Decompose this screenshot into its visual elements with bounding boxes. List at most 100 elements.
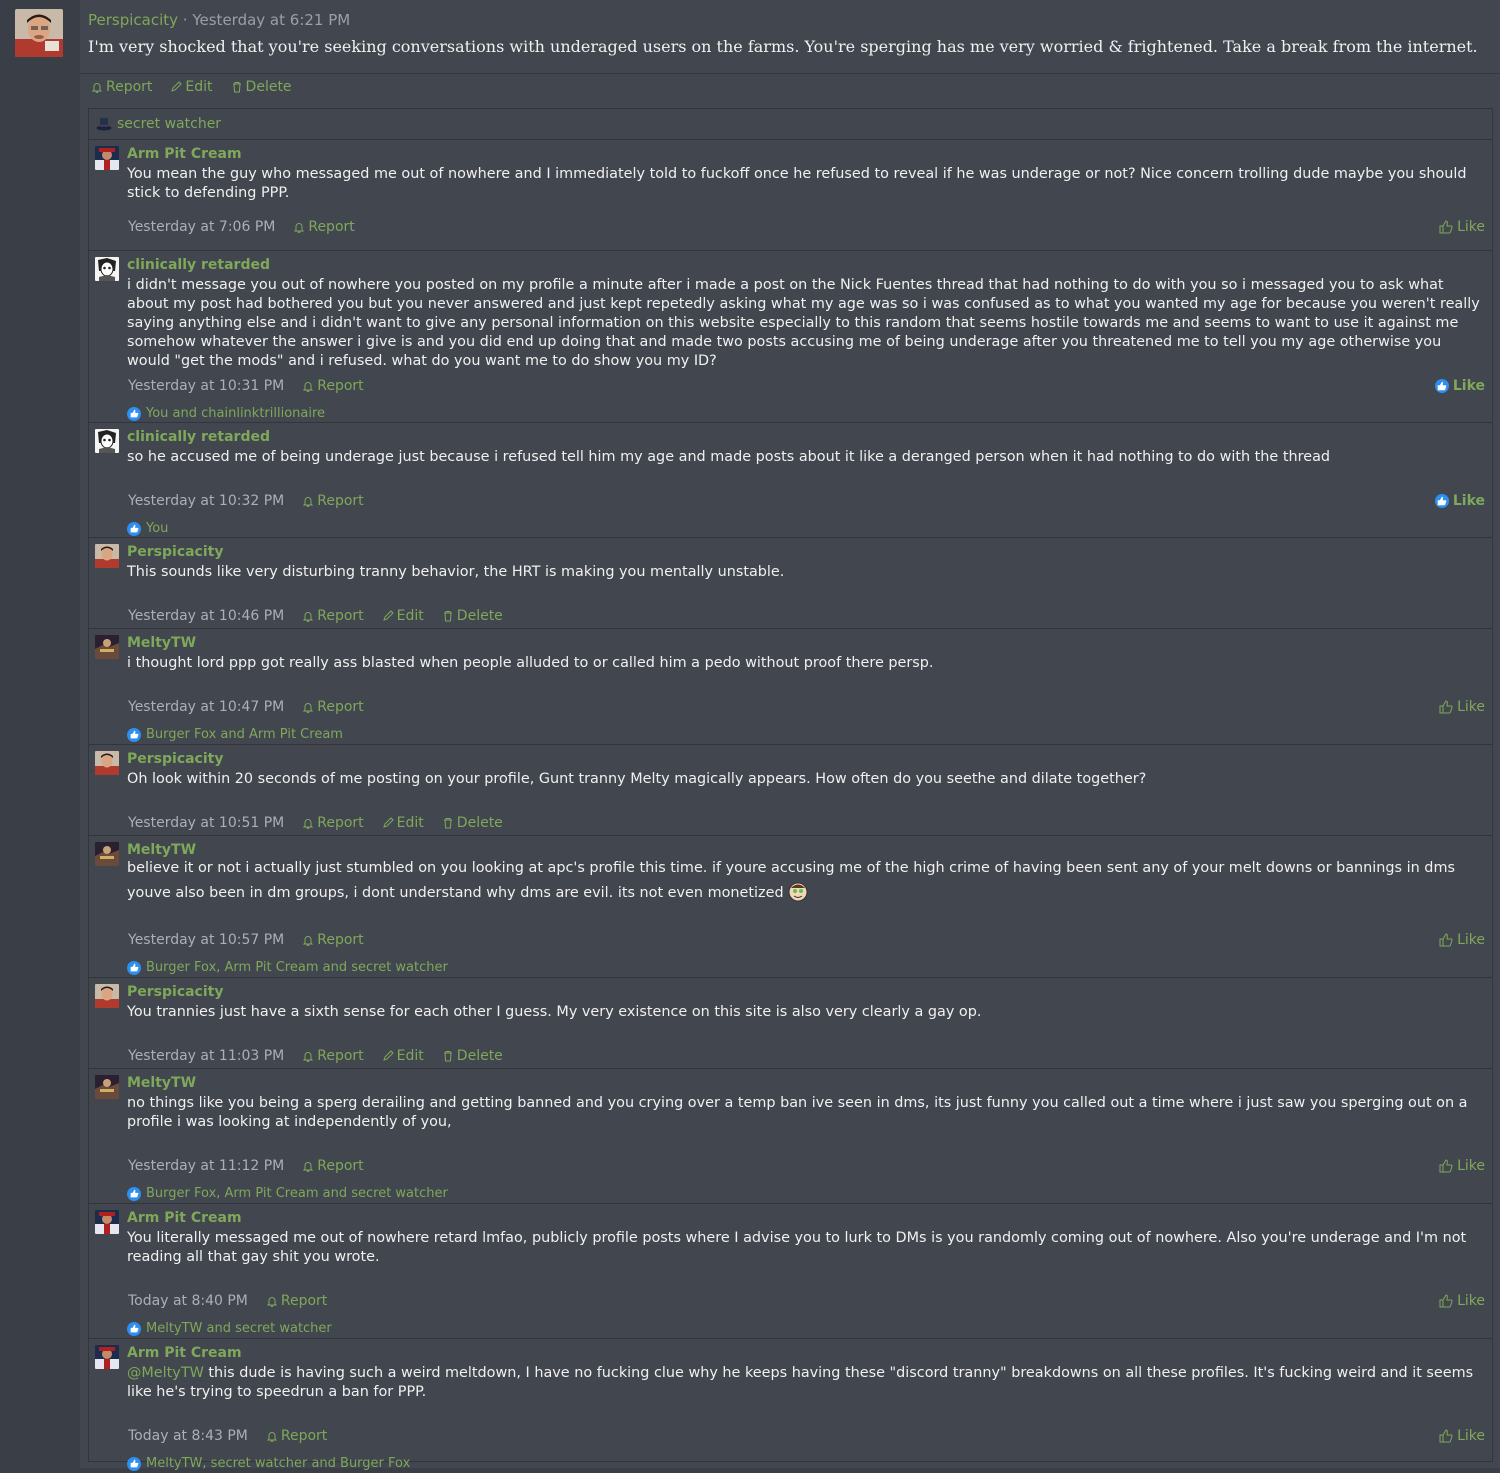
likes-summary[interactable]: Burger Fox and Arm Pit Cream (127, 727, 343, 742)
like-button[interactable]: Like (1434, 378, 1485, 394)
comment-meta: Yesterday at 10:32 PM Report (128, 493, 364, 509)
comment-author[interactable]: MeltyTW (127, 1075, 196, 1091)
like-badge-icon (127, 406, 141, 421)
comment-meta: Today at 8:43 PM Report (128, 1428, 327, 1444)
comment-text: no things like you being a sperg deraili… (127, 1095, 1468, 1130)
comment-meta: Yesterday at 11:03 PM Report Edit Delete (128, 1048, 503, 1064)
comment-meta: Yesterday at 10:47 PM Report (128, 699, 364, 715)
comment-avatar[interactable] (95, 635, 119, 659)
edit-button[interactable]: Edit (382, 1048, 424, 1064)
bell-icon (303, 703, 314, 713)
comment-author[interactable]: clinically retarded (127, 257, 270, 273)
comment-avatar[interactable] (95, 544, 119, 568)
comment-author[interactable]: clinically retarded (127, 429, 270, 445)
bell-icon (303, 819, 314, 829)
comment-text: i didn't message you out of nowhere you … (127, 277, 1480, 369)
edit-button[interactable]: Edit (170, 79, 213, 95)
comment-item: MeltyTW believe it or not i actually just… (89, 836, 1492, 978)
likes-summary[interactable]: Burger Fox, Arm Pit Cream and secret wat… (127, 960, 448, 975)
user-mention[interactable]: @MeltyTW (127, 1365, 204, 1381)
delete-button[interactable]: Delete (442, 608, 503, 624)
edit-button[interactable]: Edit (382, 815, 424, 831)
likes-summary[interactable]: MeltyTW and secret watcher (127, 1321, 332, 1336)
delete-button[interactable]: Delete (442, 1048, 503, 1064)
comment-avatar[interactable] (95, 984, 119, 1008)
delete-button[interactable]: Delete (231, 79, 292, 95)
comment-text: You literally messaged me out of nowhere… (127, 1230, 1467, 1265)
post-text: I'm very shocked that you're seeking con… (88, 37, 1478, 56)
like-button[interactable]: Like (1434, 493, 1485, 509)
comment-timestamp[interactable]: Yesterday at 11:12 PM (128, 1158, 284, 1174)
like-button[interactable]: Like (1439, 219, 1485, 235)
likes-summary[interactable]: You and chainlinktrillionaire (127, 406, 325, 421)
report-button[interactable]: Report (266, 1428, 327, 1444)
comment-timestamp[interactable]: Today at 8:40 PM (128, 1293, 248, 1309)
comment-avatar[interactable] (95, 842, 119, 866)
comment-author[interactable]: Arm Pit Cream (127, 1345, 242, 1361)
report-button[interactable]: Report (302, 493, 364, 509)
report-button[interactable]: Report (266, 1293, 327, 1309)
comment-meta: Yesterday at 10:46 PM Report Edit Delete (128, 608, 503, 624)
comment-author[interactable]: Perspicacity (127, 544, 223, 560)
likes-summary[interactable]: Burger Fox, Arm Pit Cream and secret wat… (127, 1186, 448, 1201)
comment-timestamp[interactable]: Yesterday at 10:51 PM (128, 815, 284, 831)
report-button[interactable]: Report (302, 1158, 364, 1174)
like-button[interactable]: Like (1439, 1158, 1485, 1174)
comment-avatar[interactable] (95, 751, 119, 775)
secret-watcher-row[interactable]: secret watcher (89, 109, 1492, 140)
comment-text: i thought lord ppp got really ass blaste… (127, 655, 934, 671)
like-button[interactable]: Like (1439, 932, 1485, 948)
comment-author[interactable]: Arm Pit Cream (127, 146, 242, 162)
report-button[interactable]: Report (302, 1048, 364, 1064)
report-button[interactable]: Report (302, 608, 364, 624)
comment-avatar[interactable] (95, 146, 119, 170)
delete-button[interactable]: Delete (442, 815, 503, 831)
report-button[interactable]: Report (91, 79, 152, 95)
report-button[interactable]: Report (302, 932, 364, 948)
comment-author[interactable]: Perspicacity (127, 984, 223, 1000)
like-button[interactable]: Like (1439, 1293, 1485, 1309)
post-timestamp[interactable]: Yesterday at 6:21 PM (192, 11, 350, 29)
pencil-icon (382, 610, 394, 621)
post-author-name[interactable]: Perspicacity (88, 11, 178, 29)
comment-meta: Today at 8:40 PM Report (128, 1293, 327, 1309)
header-separator: · (178, 11, 193, 29)
comment-author[interactable]: MeltyTW (127, 635, 196, 651)
bell-icon (303, 382, 314, 392)
comment-item: clinically retarded i didn't message you … (89, 251, 1492, 423)
comment-author[interactable]: Perspicacity (127, 751, 223, 767)
bell-icon (303, 936, 314, 946)
comment-timestamp[interactable]: Yesterday at 10:46 PM (128, 608, 284, 624)
like-badge-icon (127, 1456, 141, 1471)
like-button[interactable]: Like (1439, 699, 1485, 715)
like-badge-icon (127, 1186, 141, 1201)
likes-summary[interactable]: You (127, 521, 168, 536)
report-button[interactable]: Report (293, 219, 355, 235)
comment-avatar[interactable] (95, 1075, 119, 1099)
comment-timestamp[interactable]: Today at 8:43 PM (128, 1428, 248, 1444)
comment-avatar[interactable] (95, 257, 119, 281)
comment-timestamp[interactable]: Yesterday at 10:31 PM (128, 378, 284, 394)
post-header: Perspicacity · Yesterday at 6:21 PM (88, 11, 350, 29)
comment-timestamp[interactable]: Yesterday at 10:32 PM (128, 493, 284, 509)
likes-summary[interactable]: MeltyTW, secret watcher and Burger Fox (127, 1456, 410, 1471)
smiley-emoji-icon (788, 882, 808, 902)
edit-button[interactable]: Edit (382, 608, 424, 624)
comment-avatar[interactable] (95, 429, 119, 453)
comment-avatar[interactable] (95, 1210, 119, 1234)
comment-timestamp[interactable]: Yesterday at 11:03 PM (128, 1048, 284, 1064)
report-button[interactable]: Report (302, 815, 364, 831)
comment-timestamp[interactable]: Yesterday at 10:57 PM (128, 932, 284, 948)
comment-item: Arm Pit Cream You literally messaged me o… (89, 1204, 1492, 1339)
post-author-avatar[interactable] (15, 9, 63, 57)
report-button[interactable]: Report (302, 378, 364, 394)
comment-avatar[interactable] (95, 1345, 119, 1369)
report-button[interactable]: Report (302, 699, 364, 715)
comment-timestamp[interactable]: Yesterday at 10:47 PM (128, 699, 284, 715)
comment-timestamp[interactable]: Yesterday at 7:06 PM (128, 219, 275, 235)
comment-text: This sounds like very disturbing tranny … (127, 564, 785, 580)
thumbs-up-icon (1439, 700, 1453, 714)
like-button[interactable]: Like (1439, 1428, 1485, 1444)
comment-author[interactable]: Arm Pit Cream (127, 1210, 242, 1226)
thumbs-up-icon (1439, 220, 1453, 234)
